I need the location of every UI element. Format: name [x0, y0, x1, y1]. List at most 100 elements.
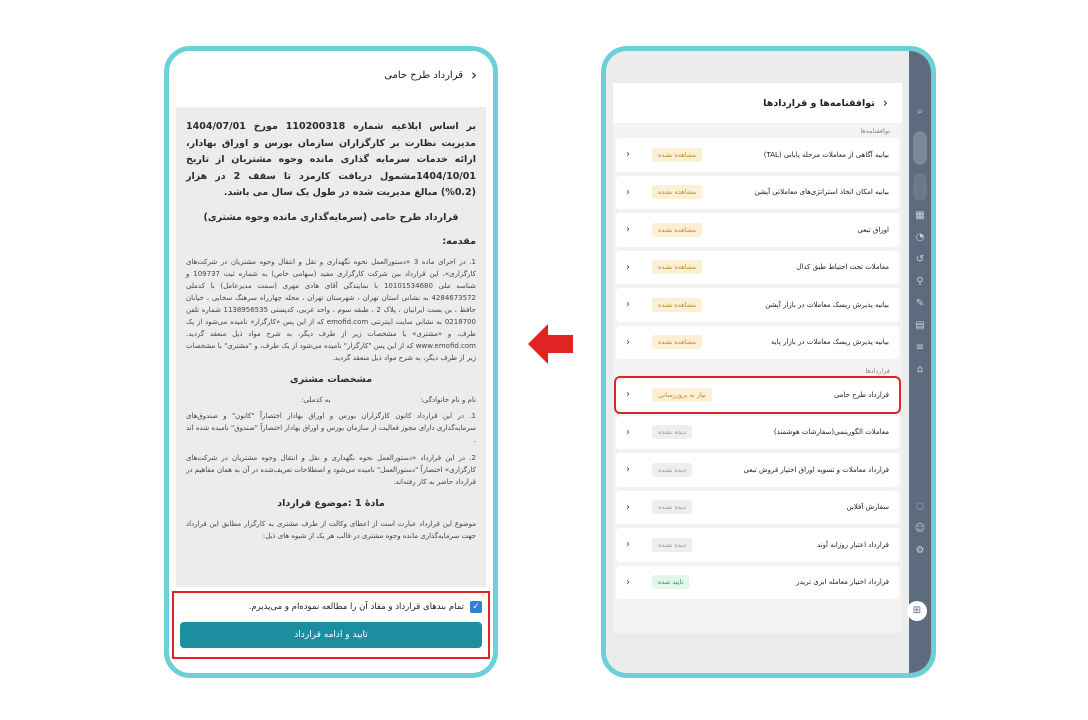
chevron-left-icon: ‹: [626, 389, 630, 401]
bank-icon[interactable]: ⌂: [917, 364, 923, 376]
chevron-left-icon: ‹: [626, 464, 630, 476]
list-item-status-group: دیده نشده ‹: [626, 500, 693, 515]
chevron-right-icon[interactable]: ‹: [471, 66, 477, 84]
page-title: توافقنامه‌ها و قراردادها: [763, 97, 875, 109]
list-item-status-group: مشاهده نشده ‹: [626, 335, 702, 350]
definition-paragraph-2: 2. در این قرارداد «دستورالعمل نحوه نگهدا…: [186, 453, 476, 486]
definition-paragraph-1: 1. در این قرارداد کانون کارگزاران بورس و…: [186, 411, 476, 444]
status-badge: مشاهده نشده: [652, 185, 702, 200]
canvas: ‹ قرارداد طرح حامی بر اساس ابلاغیه شماره…: [0, 0, 1088, 720]
list-item-label: سفارش آفلاین: [846, 503, 889, 512]
list-item[interactable]: قرارداد اختیار معامله ابزی تریدر تایید شد…: [616, 565, 899, 599]
search-icon[interactable]: ⌕: [917, 106, 923, 118]
article-paragraph: موضوع این قرارداد عبارت است از اعطای وکا…: [186, 519, 476, 540]
agree-row[interactable]: ✓ تمام بندهای قرارداد و مفاد آن را مطالع…: [180, 601, 482, 613]
grid-icon[interactable]: ▤: [915, 320, 924, 332]
status-badge: مشاهده نشده: [652, 297, 702, 312]
chevron-right-icon[interactable]: ‹: [883, 96, 888, 111]
chart-icon[interactable]: ◔: [916, 232, 925, 244]
agreements-header: ‹ توافقنامه‌ها و قراردادها: [613, 83, 902, 123]
list-item-label: قرارداد معاملات و تسویه اوراق اختیار فرو…: [743, 465, 889, 474]
list-item[interactable]: معاملات تحت احتیاط طبق کدال مشاهده نشده ‹: [616, 250, 899, 284]
list-item-label: قرارداد طرح حامی: [833, 390, 889, 399]
list-item[interactable]: اوراق تبعی مشاهده نشده ‹: [616, 213, 899, 247]
status-badge: دیده نشده: [652, 462, 693, 477]
contract-title: قرارداد طرح حامی (سرمایه‌گذاری مانده وجو…: [203, 211, 459, 223]
list-icon[interactable]: ≡: [916, 342, 924, 354]
contract-header: ‹ قرارداد طرح حامی: [169, 51, 493, 99]
list-item[interactable]: قرارداد اعتبار روزانه آوند دیده نشده ‹: [616, 528, 899, 562]
accept-section: ✓ تمام بندهای قرارداد و مفاد آن را مطالع…: [172, 591, 490, 659]
sidebar-active-pill[interactable]: [913, 131, 927, 165]
list-item[interactable]: قرارداد طرح حامی نیاز به بروزرسانی ‹: [614, 376, 901, 414]
list-item-label: بیانیه امکان اتخاذ استراتژی‌های معاملاتی…: [754, 188, 889, 197]
list-item[interactable]: بیانیه امکان اتخاذ استراتژی‌های معاملاتی…: [616, 175, 899, 209]
list-item-label: بیانیه پذیرش ریسک معاملات در بازار پایه: [770, 338, 889, 347]
user-icon[interactable]: ☺: [915, 523, 925, 535]
list-item[interactable]: بیانیه پذیرش ریسک معاملات در بازار پایه م…: [616, 325, 899, 359]
page-title: قرارداد طرح حامی: [384, 69, 463, 81]
list-item[interactable]: سفارش آفلاین دیده نشده ‹: [616, 490, 899, 524]
chevron-left-icon: ‹: [626, 336, 630, 348]
list-item-status-group: تایید شده ‹: [626, 575, 690, 590]
list-item-status-group: مشاهده نشده ‹: [626, 185, 702, 200]
chevron-left-icon: ‹: [626, 261, 630, 273]
list-item-status-group: دیده نشده ‹: [626, 537, 693, 552]
status-badge: مشاهده نشده: [652, 260, 702, 275]
chevron-left-icon: ‹: [626, 576, 630, 588]
list-item[interactable]: معاملات الگوریتمی(سفارشات هوشمند) دیده نش…: [616, 415, 899, 449]
status-badge: تایید شده: [652, 575, 690, 590]
agreements-list: بیانیه آگاهی از معاملات مرحله پایانی (TA…: [613, 138, 902, 359]
agree-checkbox[interactable]: ✓: [470, 601, 482, 613]
list-item[interactable]: بیانیه آگاهی از معاملات مرحله پایانی (TA…: [616, 138, 899, 172]
contract-phone: ‹ قرارداد طرح حامی بر اساس ابلاغیه شماره…: [164, 46, 498, 678]
chevron-left-icon: ‹: [626, 186, 630, 198]
article-heading: مادهٔ 1 :موضوع قرارداد: [277, 497, 385, 509]
section-contracts: قراردادها: [865, 367, 890, 375]
chevron-left-icon: ‹: [626, 149, 630, 161]
app-sidebar: ⌕ ▦ ◔ ↺ ⚲ ✎ ▤ ≡ ⌂ ◌ ☺ ⚙: [909, 51, 931, 673]
settings-icon[interactable]: ⚙: [916, 545, 925, 557]
filter-icon[interactable]: ⚲: [916, 276, 923, 288]
chevron-left-icon: ‹: [626, 501, 630, 513]
list-item-status-group: مشاهده نشده ‹: [626, 260, 702, 275]
list-item-label: معاملات الگوریتمی(سفارشات هوشمند): [773, 428, 889, 437]
contracts-list: قرارداد طرح حامی نیاز به بروزرسانی ‹ معاملا…: [613, 376, 902, 599]
list-item-status-group: مشاهده نشده ‹: [626, 222, 702, 237]
notice-paragraph: بر اساس ابلاغیه شماره 110200318 مورخ 140…: [186, 121, 476, 198]
status-badge: دیده نشده: [652, 425, 693, 440]
customer-row: نام و نام خانوادگی: به کدملی:: [186, 396, 476, 404]
status-badge: دیده نشده: [652, 537, 693, 552]
intro-heading: مقدمه:: [442, 235, 476, 247]
chevron-left-icon: ‹: [626, 539, 630, 551]
agree-label: تمام بندهای قرارداد و مفاد آن را مطالعه …: [248, 602, 464, 612]
list-item-label: اوراق تبعی: [857, 225, 889, 234]
list-item-status-group: مشاهده نشده ‹: [626, 297, 702, 312]
status-badge: مشاهده نشده: [652, 335, 702, 350]
list-item-status-group: دیده نشده ‹: [626, 425, 693, 440]
list-item-label: معاملات تحت احتیاط طبق کدال: [796, 263, 889, 272]
national-code-label: به کدملی:: [301, 395, 331, 404]
list-item-label: بیانیه پذیرش ریسک معاملات در بازار آپشن: [765, 300, 889, 309]
agreements-phone: ⌕ ▦ ◔ ↺ ⚲ ✎ ▤ ≡ ⌂ ◌ ☺ ⚙ ⊞ ‹ توافقنامه‌ها…: [601, 46, 936, 678]
arrow-left-icon: [528, 324, 573, 364]
status-badge: مشاهده نشده: [652, 147, 702, 162]
list-item-label: قرارداد اعتبار روزانه آوند: [817, 540, 889, 549]
chat-icon[interactable]: ◌: [916, 501, 925, 513]
history-icon[interactable]: ↺: [916, 254, 924, 266]
calendar-icon[interactable]: ▦: [915, 210, 924, 222]
confirm-continue-button[interactable]: تایید و ادامه قرارداد: [180, 622, 482, 648]
list-item-status-group: دیده نشده ‹: [626, 462, 693, 477]
sidebar-pill[interactable]: [913, 173, 927, 201]
list-item[interactable]: قرارداد معاملات و تسویه اوراق اختیار فرو…: [616, 453, 899, 487]
status-badge: مشاهده نشده: [652, 222, 702, 237]
chevron-left-icon: ‹: [626, 426, 630, 438]
name-label: نام و نام خانوادگی:: [420, 395, 477, 404]
list-item-status-group: مشاهده نشده ‹: [626, 147, 702, 162]
apps-grid-icon[interactable]: ⊞: [907, 601, 927, 621]
edit-icon[interactable]: ✎: [916, 298, 924, 310]
list-item[interactable]: بیانیه پذیرش ریسک معاملات در بازار آپشن م…: [616, 288, 899, 322]
list-item-label: بیانیه آگاهی از معاملات مرحله پایانی (TA…: [763, 150, 889, 159]
list-item-label: قرارداد اختیار معامله ابزی تریدر: [796, 578, 889, 587]
contract-text-panel[interactable]: بر اساس ابلاغیه شماره 110200318 مورخ 140…: [176, 107, 486, 587]
